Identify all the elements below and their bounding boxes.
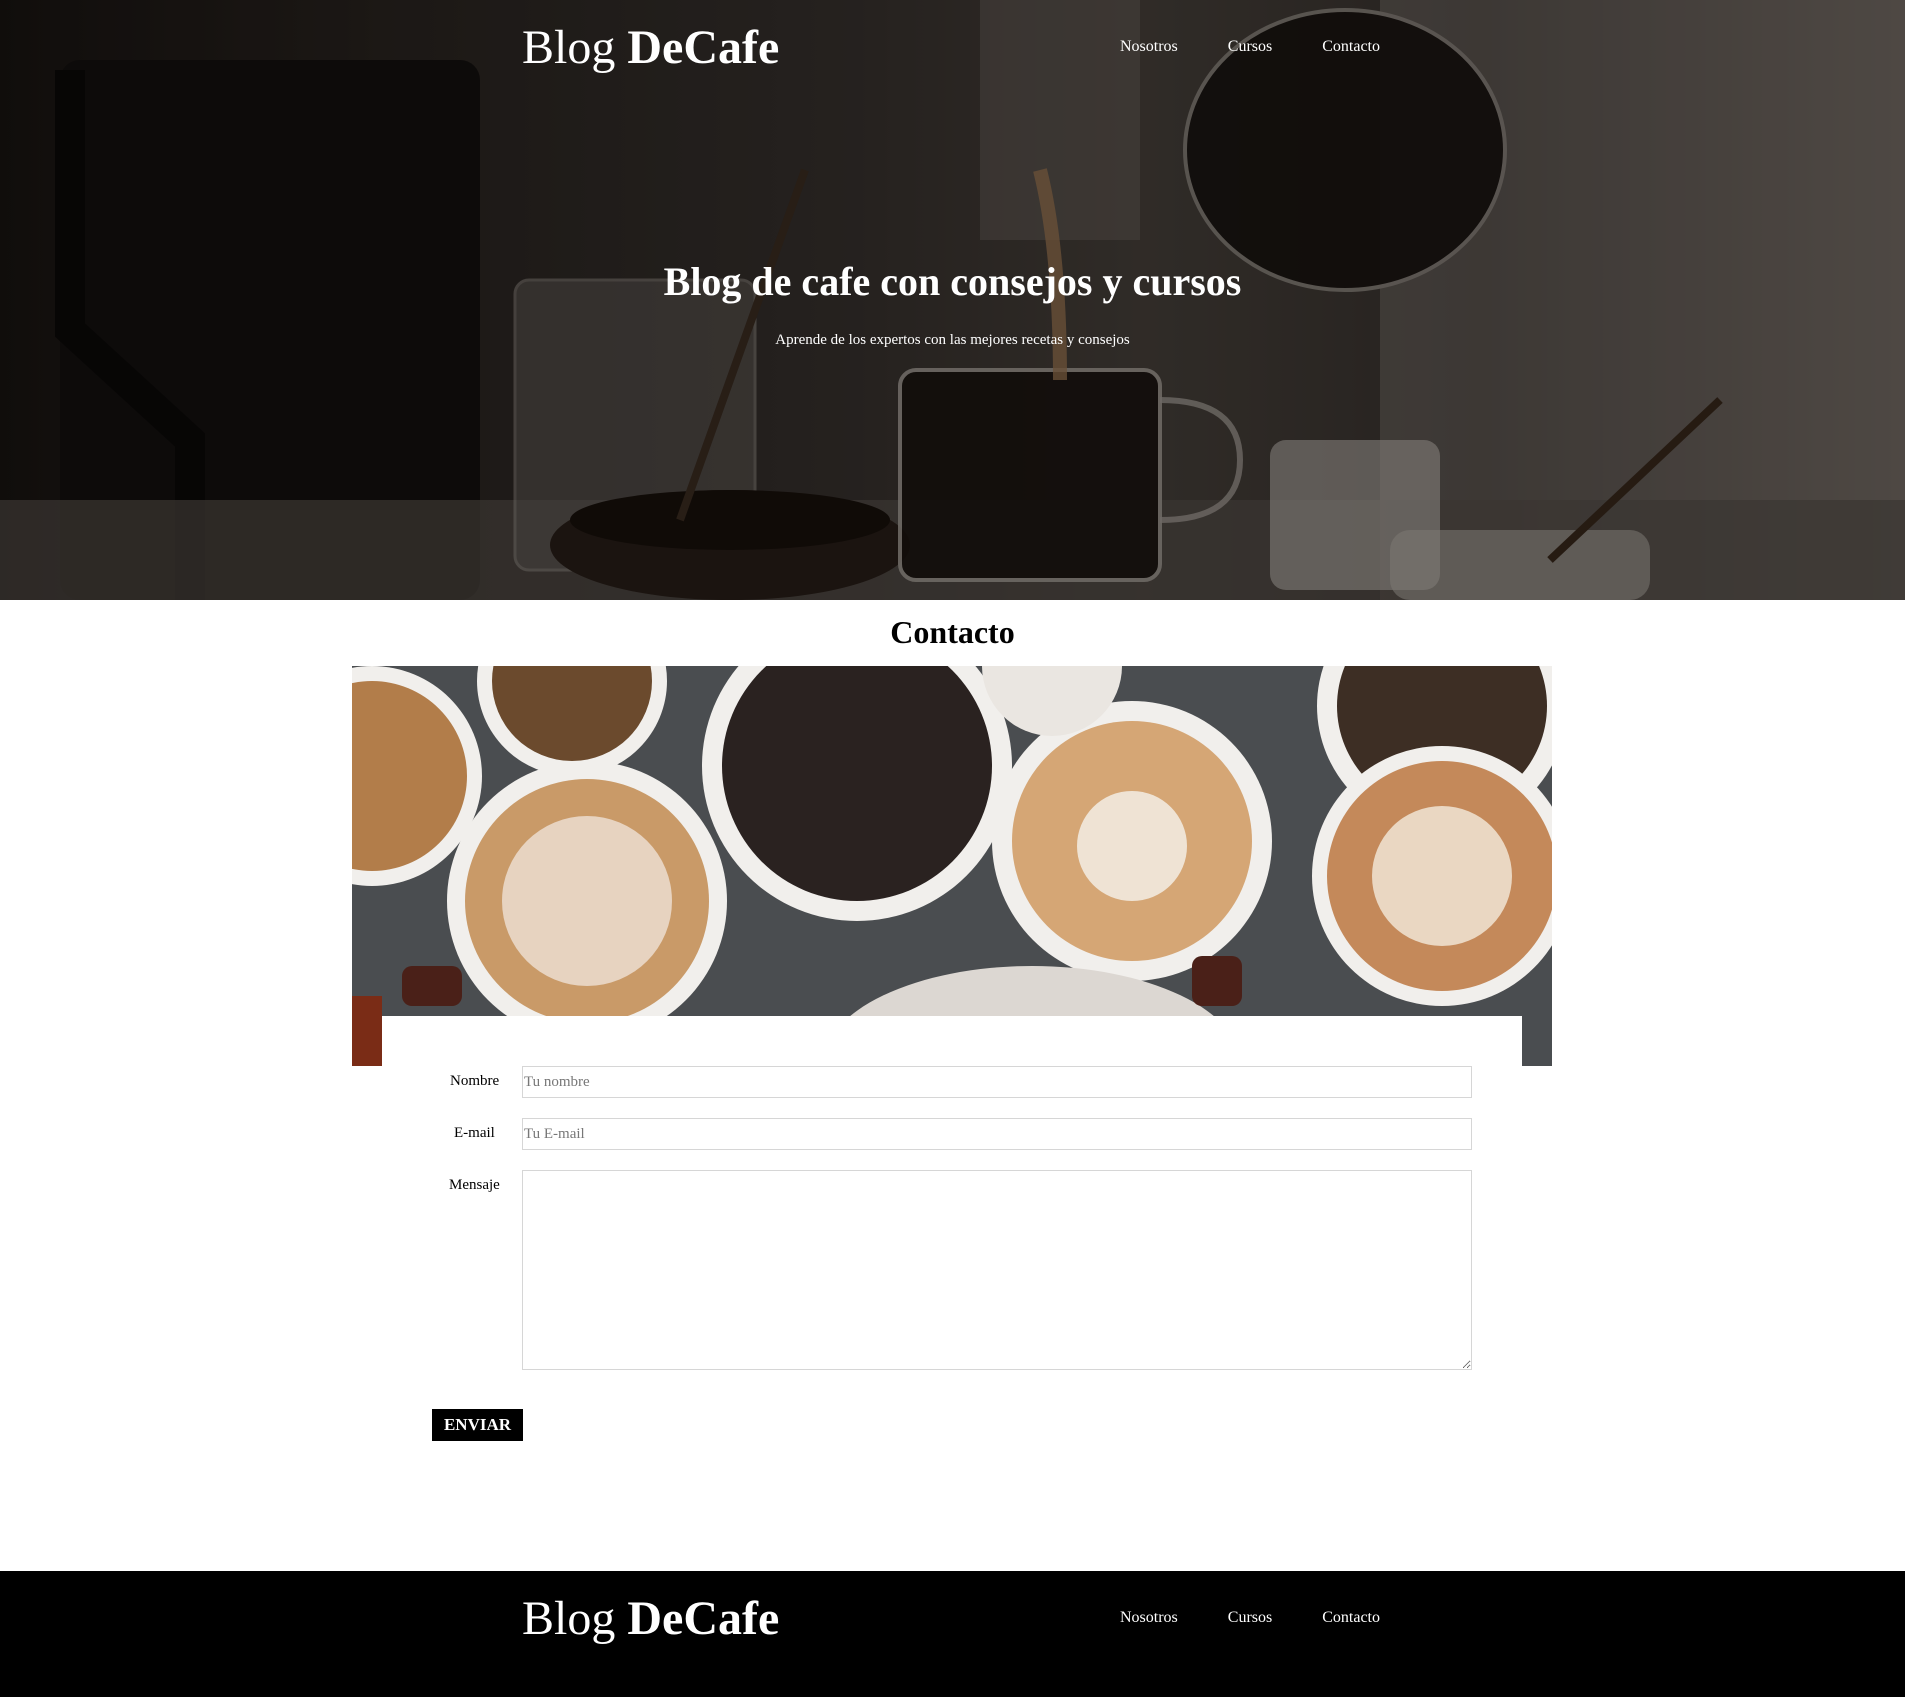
main-nav: Nosotros Cursos Contacto — [1120, 38, 1380, 56]
submit-button[interactable]: ENVIAR — [432, 1409, 523, 1441]
nav-link-nosotros[interactable]: Nosotros — [1120, 38, 1178, 56]
nav-link-contacto[interactable]: Contacto — [1322, 38, 1380, 56]
coffee-cups-image — [352, 666, 1552, 1066]
nav-link-cursos[interactable]: Cursos — [1228, 38, 1272, 56]
name-label: Nombre — [450, 1073, 500, 1089]
contact-title: Contacto — [890, 614, 1015, 650]
logo-text-bold: DeCafe — [627, 21, 780, 74]
footer-nav: Nosotros Cursos Contacto — [1120, 1609, 1380, 1627]
email-input[interactable] — [522, 1118, 1472, 1150]
email-label: E-mail — [454, 1125, 495, 1141]
footer-link-nosotros[interactable]: Nosotros — [1120, 1609, 1178, 1627]
message-textarea[interactable] — [522, 1170, 1472, 1370]
footer-link-cursos[interactable]: Cursos — [1228, 1609, 1272, 1627]
footer-logo[interactable]: Blog DeCafe — [522, 1591, 779, 1646]
footer-logo-text-bold: DeCafe — [627, 1592, 780, 1645]
footer-logo-text-light: Blog — [522, 1592, 628, 1645]
site-footer: Blog DeCafe Nosotros Cursos Contacto — [0, 1571, 1905, 1697]
hero-subtitle: Aprende de los expertos con las mejores … — [775, 332, 1130, 348]
hero-title: Blog de cafe con consejos y cursos — [663, 259, 1242, 304]
footer-link-contacto[interactable]: Contacto — [1322, 1609, 1380, 1627]
site-logo[interactable]: Blog DeCafe — [522, 20, 779, 75]
message-label: Mensaje — [449, 1177, 500, 1193]
name-input[interactable] — [522, 1066, 1472, 1098]
logo-text-light: Blog — [522, 21, 628, 74]
hero-banner: Blog DeCafe Nosotros Cursos Contacto Blo… — [0, 0, 1905, 600]
